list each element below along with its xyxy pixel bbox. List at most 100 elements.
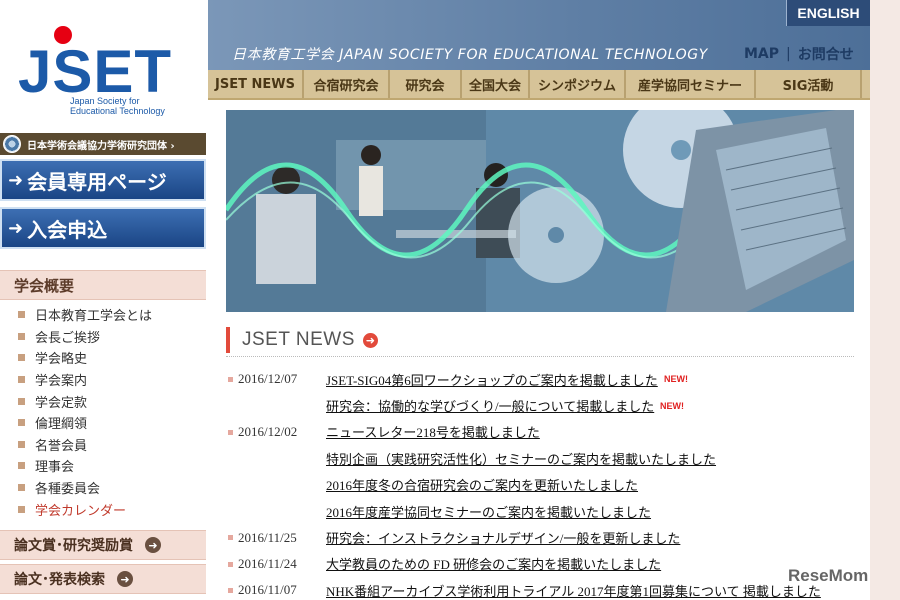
cd-hole — [548, 227, 564, 243]
hero-image — [226, 110, 854, 312]
nav-tab[interactable]: JSET NEWS — [208, 70, 304, 98]
awards-label: 論文賞･研究奨励賞 — [14, 538, 133, 554]
about-menu-item-label: 学会定款 — [35, 395, 88, 411]
news-item: 2016/11/24 大学教員のための FD 研修会のご案内を掲載いたしました — [226, 551, 854, 577]
top-navigation: JSET NEWS 合宿研究会 研究会 全国大会 シンポジウム 産学協同セミナー SIG活動 — [208, 70, 870, 100]
about-menu-item-label: 日本教育工学会とは — [35, 309, 153, 325]
affiliation-label: 日本学術会議協力学術研究団体 › — [27, 140, 175, 152]
cd-hole — [671, 140, 691, 160]
utility-links: MAP | お問合せ — [744, 44, 854, 64]
members-page-button[interactable]: ➜ 会員専用ページ — [0, 159, 206, 201]
members-page-label: 会員専用ページ — [27, 169, 167, 194]
awards-link[interactable]: 論文賞･研究奨励賞 ➜ — [0, 530, 206, 560]
about-menu-item[interactable]: 各種委員会 — [0, 477, 206, 499]
square-bullet-icon — [18, 440, 25, 448]
about-heading: 学会概要 — [0, 270, 206, 300]
news-link[interactable]: JSET-SIG04第6回ワークショップのご案内を掲載しました — [326, 370, 658, 389]
news-item: 2016/12/02 ニュースレター218号を掲載しました — [226, 419, 854, 445]
square-bullet-icon — [18, 376, 25, 384]
join-button[interactable]: ➜ 入会申込 — [0, 207, 206, 249]
square-bullet-icon — [18, 484, 25, 492]
logo-mark: JSET — [18, 38, 173, 105]
about-menu-item[interactable]: 学会略史 — [0, 347, 206, 369]
arrow-right-icon: ➜ — [8, 217, 24, 239]
new-badge: NEW! — [664, 374, 688, 385]
teacher-body — [359, 166, 383, 216]
paper-search-link[interactable]: 論文･発表検索 ➜ — [0, 564, 206, 594]
square-bullet-icon — [18, 354, 25, 362]
news-bullet-icon — [228, 561, 233, 567]
new-badge: NEW! — [660, 400, 684, 411]
teacher-head — [361, 145, 381, 165]
nav-tab[interactable]: シンポジウム — [530, 70, 626, 98]
about-menu-item[interactable]: 学会案内 — [0, 369, 206, 391]
english-link[interactable]: ENGLISH — [786, 0, 870, 26]
news-link[interactable]: NHK番組アーカイブス学術利用トライアル 2017年度第1回募集について 掲載し… — [326, 581, 821, 600]
blackboard — [336, 140, 486, 210]
news-divider — [226, 356, 854, 357]
news-date: 2016/12/02 — [238, 423, 298, 439]
news-item: 2016/11/07 NHK番組アーカイブス学術利用トライアル 2017年度第1回… — [226, 577, 854, 600]
paper-search-label: 論文･発表検索 — [14, 572, 105, 588]
about-menu-item-label: 各種委員会 — [35, 482, 101, 498]
jset-logo[interactable]: JSET Japan Society for Educational Techn… — [0, 0, 208, 130]
news-link[interactable]: 2016年度冬の合宿研究会のご案内を更新いたしました — [326, 475, 638, 494]
square-bullet-icon — [18, 311, 25, 319]
contact-link[interactable]: お問合せ — [798, 44, 854, 64]
news-item: 研究会：協働的な学びづくり/一般について掲載しました NEW! — [226, 392, 854, 418]
news-link[interactable]: 研究会：協働的な学びづくり/一般について掲載しました — [326, 396, 654, 415]
news-item: 2016年度冬の合宿研究会のご案内を更新いたしました — [226, 472, 854, 498]
news-link[interactable]: 大学教員のための FD 研修会のご案内を掲載いたしました — [326, 554, 661, 573]
right-edge-strip — [870, 0, 900, 600]
news-link[interactable]: 研究会：インストラクショナルデザイン/一般を更新しました — [326, 528, 680, 547]
about-menu-item-label: 名誉会員 — [35, 438, 88, 454]
about-menu-item[interactable]: 学会定款 — [0, 390, 206, 412]
about-menu-item[interactable]: 学会カレンダー — [0, 498, 206, 520]
logo-subtitle: Japan Society for Educational Technology — [70, 96, 165, 116]
nav-tab[interactable]: SIG活動 — [756, 70, 862, 98]
about-menu-item-label: 学会カレンダー — [35, 503, 127, 519]
map-link[interactable]: MAP — [744, 46, 779, 62]
news-link[interactable]: ニュースレター218号を掲載しました — [326, 422, 540, 441]
square-bullet-icon — [18, 397, 25, 405]
hero-illustration — [226, 110, 854, 312]
about-menu-item[interactable]: 日本教育工学会とは — [0, 304, 206, 326]
nav-tab[interactable]: 全国大会 — [462, 70, 530, 98]
about-menu-item-label: 理事会 — [35, 460, 75, 476]
about-menu-item[interactable]: 会長ご挨拶 — [0, 326, 206, 348]
square-bullet-icon — [18, 332, 25, 340]
news-bullet-icon — [228, 377, 233, 382]
utility-separator: | — [786, 46, 791, 62]
about-menu-item[interactable]: 倫理綱領 — [0, 412, 206, 434]
site-title: 日本教育工学会 JAPAN SOCIETY FOR EDUCATIONAL TE… — [232, 47, 708, 63]
nav-tab[interactable]: 産学協同セミナー — [626, 70, 756, 98]
about-menu-item-label: 学会案内 — [35, 374, 88, 390]
news-bullet-icon — [228, 535, 233, 541]
news-heading[interactable]: JSET NEWS ➜ — [226, 327, 854, 353]
join-label: 入会申込 — [27, 217, 108, 242]
news-date: 2016/12/07 — [238, 371, 298, 387]
news-link[interactable]: 特別企画（実践研究活性化）セミナーのご案内を掲載いたしました — [326, 449, 716, 468]
sidebar: JSET Japan Society for Educational Techn… — [0, 0, 208, 600]
news-date: 2016/11/24 — [238, 555, 297, 571]
news-date: 2016/11/25 — [238, 529, 297, 545]
student-head — [272, 166, 300, 194]
arrow-right-icon: ➜ — [8, 169, 24, 191]
affiliation-banner[interactable]: 日本学術会議協力学術研究団体 › — [0, 133, 206, 155]
news-link[interactable]: 2016年度産学協同セミナーのご案内を掲載いたしました — [326, 502, 651, 521]
about-menu-item-label: 倫理綱領 — [35, 417, 88, 433]
square-bullet-icon — [18, 462, 25, 470]
news-item: 特別企画（実践研究活性化）セミナーのご案内を掲載いたしました — [226, 445, 854, 471]
news-item: 2016年度産学協同セミナーのご案内を掲載いたしました — [226, 498, 854, 524]
nav-tab[interactable]: 研究会 — [390, 70, 462, 98]
science-council-emblem-icon — [3, 135, 21, 153]
about-menu-item[interactable]: 名誉会員 — [0, 434, 206, 456]
nav-tab[interactable]: 合宿研究会 — [304, 70, 390, 98]
arrow-circle-icon: ➜ — [145, 537, 161, 553]
about-menu-item[interactable]: 理事会 — [0, 455, 206, 477]
news-date: 2016/11/07 — [238, 582, 297, 598]
news-list: 2016/12/07 JSET-SIG04第6回ワークショップのご案内を掲載しまし… — [226, 366, 854, 600]
news-heading-label: JSET NEWS — [242, 329, 355, 350]
student-body — [256, 194, 316, 284]
arrow-circle-icon: ➜ — [117, 571, 133, 587]
